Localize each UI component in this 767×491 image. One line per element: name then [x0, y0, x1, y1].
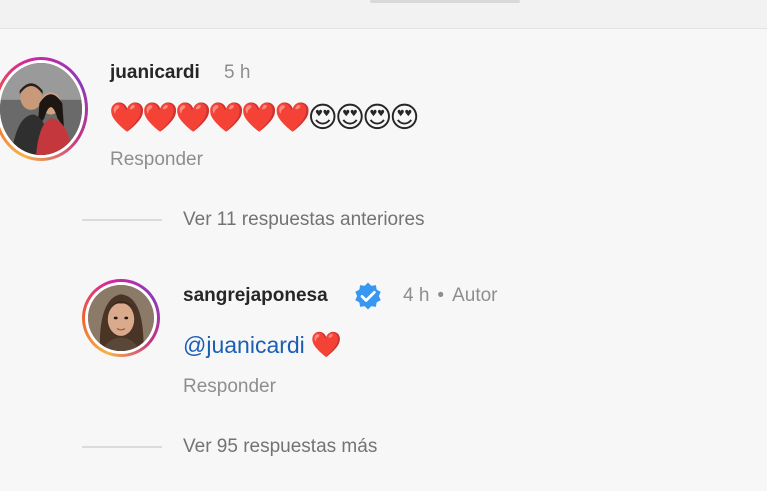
previous-content-edge	[370, 0, 520, 3]
author-label: Autor	[452, 285, 498, 306]
reply-username[interactable]: sangrejaponesa	[183, 285, 328, 307]
profile-photo-couple-icon	[0, 63, 82, 155]
reply-timestamp: 4 h	[403, 285, 430, 306]
reply-text: @juanicardi ❤️	[183, 328, 342, 362]
profile-photo-icon	[88, 285, 154, 351]
profile-photo-icon	[0, 63, 82, 155]
verified-badge-icon	[355, 282, 381, 310]
comments-screen: juanicardi 5 h ❤️❤️❤️❤️❤️❤️😍😍😍😍 Responde…	[0, 0, 767, 491]
avatar-ring-inner	[0, 60, 85, 158]
mention-link[interactable]: @juanicardi	[183, 332, 305, 358]
thread-line-2	[82, 446, 162, 448]
comment-text: ❤️❤️❤️❤️❤️❤️😍😍😍😍	[109, 102, 420, 134]
comment-username[interactable]: juanicardi	[110, 62, 200, 84]
reply-meta: 4 h • Autor	[403, 285, 498, 307]
avatar-sangrejaponesa[interactable]	[82, 279, 160, 357]
profile-photo-woman-icon	[88, 285, 154, 351]
comment-timestamp: 5 h	[224, 62, 251, 83]
thread-line	[82, 219, 162, 221]
reply-button[interactable]: Responder	[110, 149, 203, 171]
top-divider	[0, 0, 767, 29]
separator-dot: •	[437, 285, 445, 306]
avatar-ring-inner	[85, 282, 157, 354]
reply-button-2[interactable]: Responder	[183, 376, 276, 398]
heart-emoji: ❤️	[310, 331, 342, 359]
avatar-juanicardi[interactable]	[0, 57, 88, 161]
view-more-replies-button[interactable]: Ver 95 respuestas más	[183, 436, 377, 458]
view-previous-replies-button[interactable]: Ver 11 respuestas anteriores	[183, 209, 425, 231]
